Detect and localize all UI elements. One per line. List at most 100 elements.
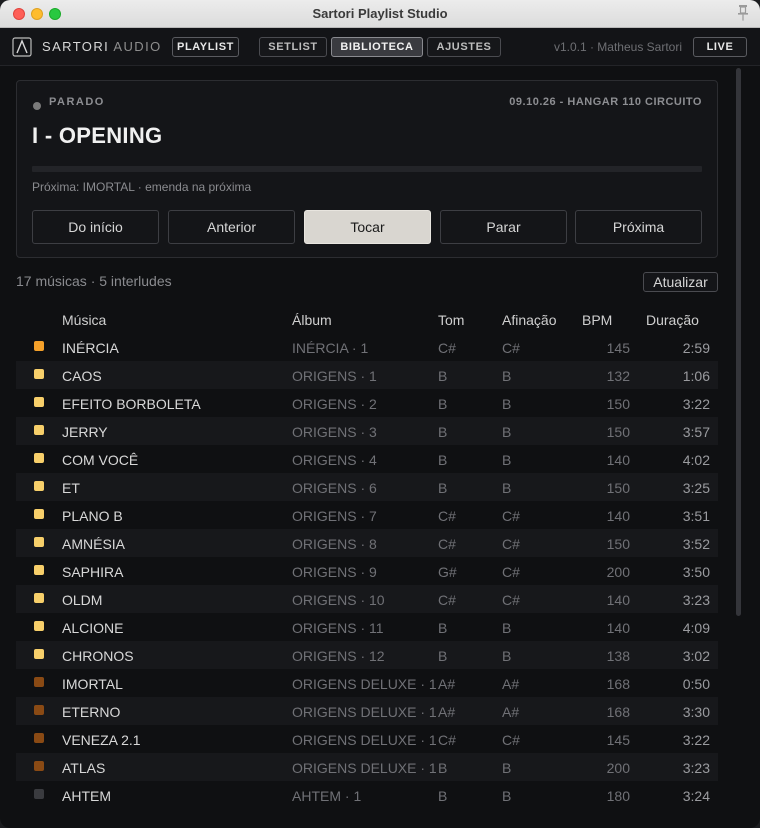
table-row[interactable]: CAOS ORIGENS · 1 B B 132 1:06 [16, 361, 718, 389]
track-album: ORIGENS · 9 [292, 564, 377, 580]
track-duration: 3:51 [682, 508, 710, 524]
track-duration: 4:09 [682, 620, 710, 636]
track-name: ALCIONE [62, 620, 124, 636]
color-swatch [34, 761, 44, 771]
track-tuning: B [502, 788, 512, 804]
next-button[interactable]: Próxima [575, 210, 702, 244]
table-row[interactable]: AHTEM AHTEM · 1 B B 180 3:24 [16, 781, 718, 809]
table-row[interactable]: AMNÉSIA ORIGENS · 8 C# C# 150 3:52 [16, 529, 718, 557]
column-header-bpm[interactable]: BPM [582, 312, 612, 328]
table-row[interactable]: COM VOCÊ ORIGENS · 4 B B 140 4:02 [16, 445, 718, 473]
track-tuning: C# [502, 536, 520, 552]
color-swatch [34, 677, 44, 687]
track-album: ORIGENS · 3 [292, 424, 377, 440]
track-album: ORIGENS DELUXE · 1 [292, 732, 437, 748]
table-row[interactable]: EFEITO BORBOLETA ORIGENS · 2 B B 150 3:22 [16, 389, 718, 417]
restart-button[interactable]: Do início [32, 210, 159, 244]
live-button[interactable]: LIVE [693, 37, 747, 57]
table-row[interactable]: INÉRCIA INÉRCIA · 1 C# C# 145 2:59 [16, 333, 718, 361]
table-row[interactable]: ETERNO ORIGENS DELUXE · 1 A# A# 168 3:30 [16, 697, 718, 725]
track-duration: 2:59 [682, 340, 710, 356]
table-row[interactable]: ALCIONE ORIGENS · 11 B B 140 4:09 [16, 613, 718, 641]
track-key: B [438, 396, 448, 412]
track-tuning: C# [502, 732, 520, 748]
track-name: JERRY [62, 424, 108, 440]
track-key: B [438, 424, 448, 440]
current-track-title: I - OPENING [32, 123, 163, 148]
table-body: INÉRCIA INÉRCIA · 1 C# C# 145 2:59 CAOS ORIGENS… [16, 333, 718, 809]
status-indicator-icon [33, 102, 41, 110]
track-name: IMORTAL [62, 676, 123, 692]
tab-setlist[interactable]: SETLIST [259, 37, 327, 57]
track-key: B [438, 620, 448, 636]
track-progress-bar[interactable] [32, 166, 702, 172]
vertical-scrollbar[interactable] [736, 68, 741, 616]
color-swatch [34, 453, 44, 463]
track-tuning: B [502, 424, 512, 440]
table-row[interactable]: CHRONOS ORIGENS · 12 B B 138 3:02 [16, 641, 718, 669]
track-key: B [438, 452, 448, 468]
table-row[interactable]: ET ORIGENS · 6 B B 150 3:25 [16, 473, 718, 501]
brand-light: AUDIO [113, 39, 162, 54]
track-tuning: C# [502, 564, 520, 580]
track-name: ET [62, 480, 80, 496]
table-row[interactable]: JERRY ORIGENS · 3 B B 150 3:57 [16, 417, 718, 445]
track-tuning: B [502, 760, 512, 776]
track-album: ORIGENS · 11 [292, 620, 384, 636]
column-header-duration[interactable]: Duração [646, 312, 699, 328]
refresh-button[interactable]: Atualizar [643, 272, 718, 292]
track-album: ORIGENS · 8 [292, 536, 377, 552]
tab-biblioteca[interactable]: BIBLIOTECA [331, 37, 423, 57]
track-duration: 3:52 [682, 536, 710, 552]
color-swatch [34, 733, 44, 743]
track-tuning: B [502, 620, 512, 636]
tab-ajustes[interactable]: AJUSTES [427, 37, 501, 57]
next-track-label: Próxima: IMORTAL · emenda na próxima [32, 180, 252, 194]
table-row[interactable]: VENEZA 2.1 ORIGENS DELUXE · 1 C# C# 145 3:22 [16, 725, 718, 753]
player-status: PARADO [49, 96, 105, 108]
table-row[interactable]: ATLAS ORIGENS DELUXE · 1 B B 200 3:23 [16, 753, 718, 781]
track-name: ATLAS [62, 760, 106, 776]
table-row[interactable]: PLANO B ORIGENS · 7 C# C# 140 3:51 [16, 501, 718, 529]
track-album: ORIGENS · 12 [292, 648, 385, 664]
track-bpm: 145 [606, 340, 630, 356]
play-button[interactable]: Tocar [304, 210, 431, 244]
stop-button[interactable]: Parar [440, 210, 567, 244]
track-bpm: 180 [606, 788, 630, 804]
library-table: Música Álbum Tom Afinação BPM Duração IN… [16, 305, 718, 809]
track-key: C# [438, 508, 456, 524]
track-duration: 3:02 [682, 648, 710, 664]
track-name: EFEITO BORBOLETA [62, 396, 201, 412]
track-bpm: 168 [606, 704, 630, 720]
track-tuning: B [502, 480, 512, 496]
table-row[interactable]: SAPHIRA ORIGENS · 9 G# C# 200 3:50 [16, 557, 718, 585]
track-duration: 3:50 [682, 564, 710, 580]
track-bpm: 168 [606, 676, 630, 692]
color-swatch [34, 341, 44, 351]
app-header: SARTORI AUDIO PLAYLIST SETLIST BIBLIOTEC… [0, 28, 760, 66]
track-key: A# [438, 704, 456, 720]
track-duration: 3:57 [682, 424, 710, 440]
mode-playlist-badge[interactable]: PLAYLIST [172, 37, 239, 57]
table-row[interactable]: OLDM ORIGENS · 10 C# C# 140 3:23 [16, 585, 718, 613]
track-key: C# [438, 340, 456, 356]
track-bpm: 138 [606, 648, 630, 664]
library-counts: 17 músicas · 5 interludes [16, 273, 172, 289]
track-duration: 3:25 [682, 480, 710, 496]
track-name: VENEZA 2.1 [62, 732, 141, 748]
track-album: ORIGENS DELUXE · 1 [292, 760, 437, 776]
table-row[interactable]: IMORTAL ORIGENS DELUXE · 1 A# A# 168 0:50 [16, 669, 718, 697]
previous-button[interactable]: Anterior [168, 210, 295, 244]
pin-icon[interactable] [736, 4, 750, 22]
column-header-key[interactable]: Tom [438, 312, 464, 328]
color-swatch [34, 621, 44, 631]
column-header-music[interactable]: Música [62, 312, 106, 328]
column-header-tuning[interactable]: Afinação [502, 312, 556, 328]
track-key: C# [438, 732, 456, 748]
track-bpm: 150 [606, 536, 630, 552]
track-key: B [438, 648, 448, 664]
column-header-album[interactable]: Álbum [292, 312, 332, 328]
track-album: ORIGENS · 7 [292, 508, 377, 524]
track-bpm: 140 [606, 592, 630, 608]
color-swatch [34, 397, 44, 407]
